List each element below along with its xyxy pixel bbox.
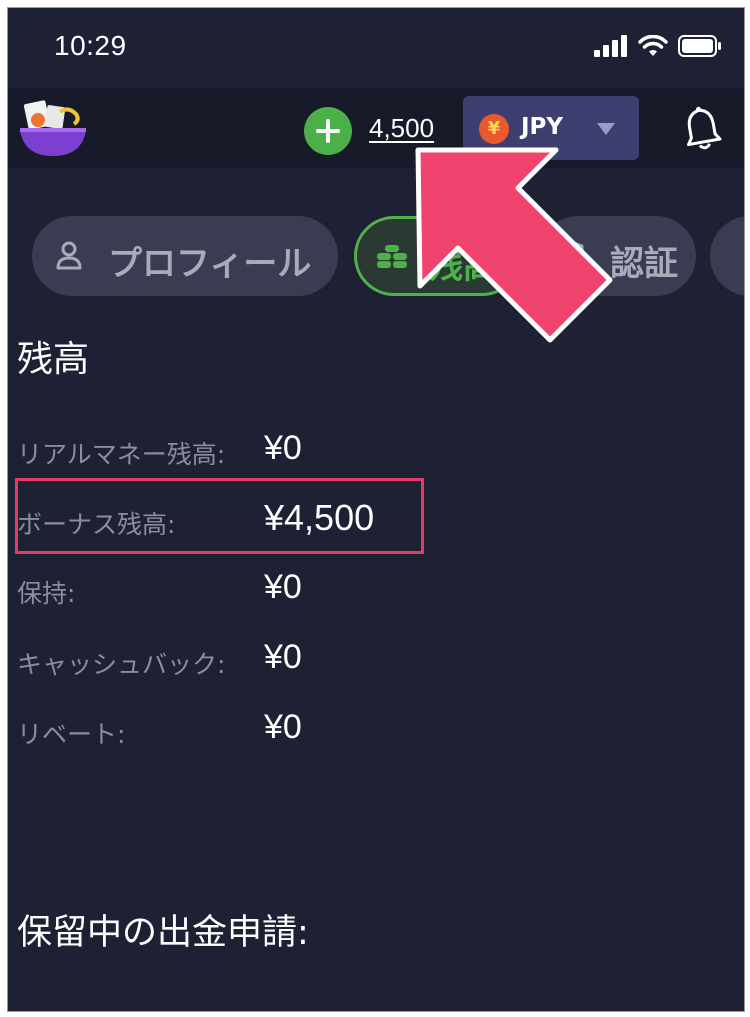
logo-ramen-bowl-icon[interactable]	[16, 98, 90, 160]
coins-icon	[377, 245, 407, 268]
battery-icon	[678, 35, 721, 57]
bonus-balance-label: ボーナス残高:	[17, 510, 176, 539]
held-balance-value: ¥0	[264, 568, 302, 606]
tab-profile[interactable]: プロフィール	[32, 216, 338, 296]
phone-screen: 10:29 4,500 ¥ JPY プロフィール 残高 認証 残高 リアルマネー…	[7, 7, 745, 1012]
notification-bell-icon[interactable]	[680, 106, 724, 152]
balance-section-title: 残高	[17, 339, 90, 380]
pending-withdrawals-title: 保留中の出金申請:	[17, 913, 309, 953]
app-header: 4,500 ¥ JPY	[8, 88, 744, 168]
user-icon	[56, 241, 82, 270]
annotation-arrow-icon	[415, 147, 613, 343]
real-money-balance-label: リアルマネー残高:	[17, 440, 226, 469]
cellular-signal-icon	[594, 35, 627, 57]
tab-next-partial[interactable]	[710, 216, 744, 296]
add-funds-button[interactable]	[304, 107, 352, 155]
wifi-icon	[638, 35, 668, 56]
account-tabs: プロフィール 残高 認証	[8, 216, 744, 296]
status-time: 10:29	[54, 30, 127, 61]
real-money-balance-value: ¥0	[264, 429, 302, 467]
held-balance-label: 保持:	[17, 579, 76, 608]
rebate-value: ¥0	[264, 708, 302, 746]
status-icons	[594, 34, 722, 58]
status-bar: 10:29	[8, 8, 744, 88]
bonus-balance-value: ¥4,500	[264, 497, 375, 538]
cashback-label: キャッシュバック:	[17, 650, 226, 679]
cashback-value: ¥0	[264, 638, 302, 676]
chevron-down-icon	[597, 123, 615, 135]
tab-profile-label: プロフィール	[108, 244, 312, 284]
rebate-label: リベート:	[17, 720, 126, 749]
